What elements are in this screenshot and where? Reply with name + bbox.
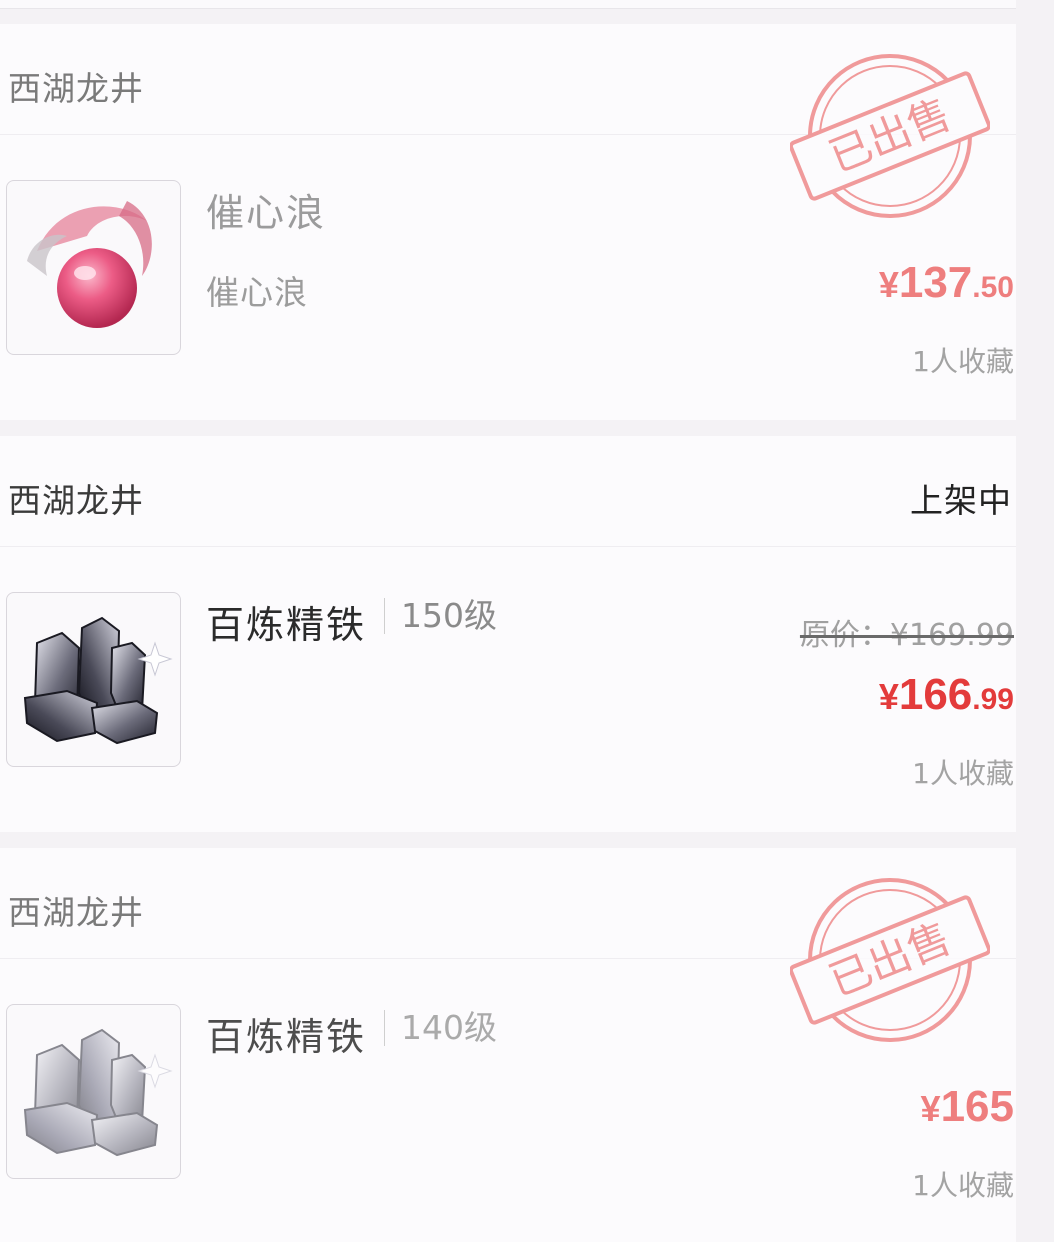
seller-name: 西湖龙井: [8, 893, 144, 932]
price: ¥137.50: [879, 258, 1014, 308]
listing-card[interactable]: 西湖龙井 百炼精铁 140级 ¥165 1人收藏 已出售: [0, 848, 1016, 1242]
sold-stamp: 已出售: [790, 53, 990, 218]
item-subtitle: 催心浪: [206, 273, 308, 312]
price-currency: ¥: [920, 1088, 941, 1129]
price-integer: 165: [940, 1082, 1014, 1131]
item-thumbnail[interactable]: [6, 1004, 181, 1179]
sold-stamp: 已出售: [790, 878, 990, 1042]
item-name: 催心浪: [206, 191, 327, 235]
item-name: 百炼精铁: [206, 603, 367, 647]
card-header: 西湖龙井 上架中: [0, 436, 1016, 547]
price-integer: 166: [898, 670, 973, 719]
seller-name: 西湖龙井: [8, 481, 144, 520]
previous-card-edge: [0, 0, 1016, 9]
favorites-count: 1人收藏: [912, 1169, 1014, 1202]
price-currency: ¥: [878, 264, 899, 305]
price-integer: 137: [898, 258, 973, 307]
price-decimal: .99: [972, 683, 1014, 716]
favorites-count: 1人收藏: [912, 757, 1014, 790]
listing-card[interactable]: 西湖龙井 上架中 百炼精铁 150级 原价：¥169.99 ¥166.99 1人…: [0, 436, 1016, 832]
price-currency: ¥: [878, 676, 899, 717]
item-thumbnail[interactable]: [6, 592, 181, 767]
item-name: 百炼精铁: [206, 1015, 367, 1059]
item-thumbnail[interactable]: [6, 180, 181, 355]
pink-orb-icon: [27, 201, 152, 328]
price-decimal: .50: [972, 271, 1014, 304]
seller-name: 西湖龙井: [8, 69, 144, 108]
original-price: 原价：¥169.99: [799, 618, 1014, 653]
listing-status: 上架中: [910, 481, 1012, 520]
price: ¥166.99: [879, 670, 1014, 720]
favorites-count: 1人收藏: [912, 345, 1014, 378]
item-level: 150级: [384, 598, 497, 634]
iron-crystal-icon: [23, 1028, 173, 1157]
price: ¥165: [921, 1082, 1014, 1132]
listing-list: 西湖龙井 催心浪 催心浪 ¥137.50 1人收藏 已出售 西湖龙井 上架中 百…: [0, 0, 1054, 1242]
iron-crystal-icon: [23, 616, 173, 745]
listing-card[interactable]: 西湖龙井 催心浪 催心浪 ¥137.50 1人收藏 已出售: [0, 24, 1016, 420]
item-level: 140级: [384, 1010, 497, 1046]
